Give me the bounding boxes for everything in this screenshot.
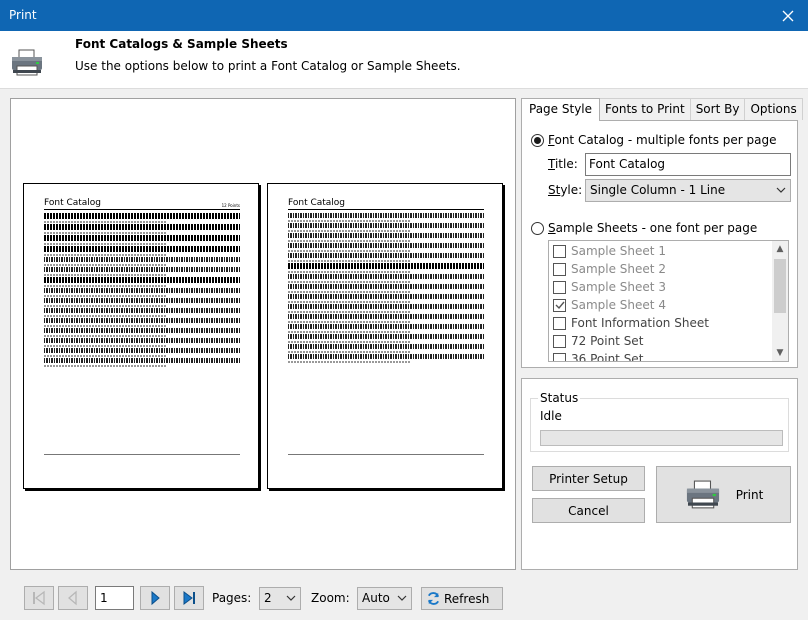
list-item[interactable]: 36 Point Set <box>553 350 643 361</box>
chevron-down-icon <box>397 588 407 617</box>
title-input[interactable]: Font Catalog <box>585 153 791 176</box>
sample-sheets-label: Sample Sheets - one font per page <box>548 221 758 235</box>
list-item[interactable]: Sample Sheet 4 <box>553 296 666 314</box>
skip-to-first-icon <box>33 590 45 606</box>
font-catalog-radio[interactable]: Font Catalog - multiple fonts per page <box>531 133 776 147</box>
preview-page-title: Font Catalog <box>44 198 102 208</box>
preview-page-1: Font Catalog 12 Points <box>23 183 259 489</box>
zoom-label: Zoom: <box>311 591 350 605</box>
scroll-thumb[interactable] <box>774 259 786 313</box>
status-legend: Status <box>538 391 581 405</box>
radio-indicator <box>531 133 544 147</box>
header-title: Font Catalogs & Sample Sheets <box>75 37 288 51</box>
previous-page-button[interactable] <box>58 586 88 610</box>
chevron-down-icon <box>286 588 296 617</box>
tab-options[interactable]: Options <box>744 98 803 120</box>
chevron-down-icon[interactable]: ▼ <box>772 345 788 361</box>
chevron-up-icon[interactable]: ▲ <box>772 241 788 257</box>
refresh-button[interactable]: Refresh <box>421 587 503 610</box>
printer-icon <box>686 480 719 508</box>
printer-icon <box>12 49 42 76</box>
checkbox[interactable] <box>553 280 566 294</box>
print-button[interactable]: Print <box>656 466 791 523</box>
printer-setup-button[interactable]: Printer Setup <box>532 466 645 491</box>
refresh-label: Refresh <box>444 591 490 606</box>
checkbox[interactable] <box>553 316 566 330</box>
print-button-label: Print <box>735 487 764 502</box>
dialog-header: Font Catalogs & Sample Sheets Use the op… <box>0 31 808 89</box>
chevron-down-icon <box>776 180 786 209</box>
first-page-button[interactable] <box>24 586 54 610</box>
tab-fonts-to-print[interactable]: Fonts to Print <box>599 98 691 120</box>
checkbox[interactable] <box>553 298 566 312</box>
refresh-icon <box>427 592 440 605</box>
close-button[interactable] <box>768 0 808 31</box>
print-preview[interactable]: Font Catalog 12 Points Font Catalog <box>10 98 516 570</box>
checkmark-icon <box>555 301 565 310</box>
progress-bar <box>540 430 783 446</box>
triangle-left-icon <box>68 590 77 606</box>
sample-sheets-radio[interactable]: Sample Sheets - one font per page <box>531 221 757 235</box>
tab-sort-by[interactable]: Sort By <box>689 98 746 120</box>
close-icon <box>782 10 794 21</box>
status-text: Idle <box>540 409 562 423</box>
title-label: Title: <box>548 157 578 171</box>
checkbox[interactable] <box>553 334 566 348</box>
list-item[interactable]: 72 Point Set <box>553 332 643 350</box>
last-page-button[interactable] <box>174 586 204 610</box>
list-item[interactable]: Sample Sheet 2 <box>553 260 666 278</box>
window-title: Print <box>9 8 37 22</box>
zoom-select-value: Auto <box>362 591 390 605</box>
style-select[interactable]: Single Column - 1 Line <box>585 179 791 202</box>
sample-sheets-list[interactable]: Sample Sheet 1 Sample Sheet 2 Sample She… <box>548 240 789 362</box>
cancel-button[interactable]: Cancel <box>532 498 645 523</box>
skip-to-last-icon <box>183 591 195 605</box>
zoom-select[interactable]: Auto <box>357 587 412 610</box>
list-item[interactable]: Sample Sheet 3 <box>553 278 666 296</box>
list-scrollbar[interactable]: ▲ ▼ <box>772 241 788 361</box>
pages-select[interactable]: 2 <box>259 587 301 610</box>
list-item[interactable]: Font Information Sheet <box>553 314 709 332</box>
style-label: Style: <box>548 183 583 197</box>
options-tabs: Page Style Fonts to Print Sort By Option… <box>521 98 803 121</box>
checkbox[interactable] <box>553 352 566 361</box>
page-number-input[interactable]: 1 <box>95 586 134 610</box>
tab-page-style[interactable]: Page Style <box>521 98 601 121</box>
preview-page-marker: 12 Points <box>221 203 240 208</box>
font-catalog-label: Font Catalog - multiple fonts per page <box>548 133 777 147</box>
style-select-value: Single Column - 1 Line <box>590 183 726 197</box>
pages-label: Pages: <box>212 591 252 605</box>
preview-page-2: Font Catalog <box>267 183 503 489</box>
radio-indicator <box>531 221 544 235</box>
title-bar: Print <box>0 0 808 31</box>
preview-page-title: Font Catalog <box>288 198 346 208</box>
status-group: Status Idle <box>530 391 789 452</box>
pages-select-value: 2 <box>264 591 272 605</box>
next-page-button[interactable] <box>140 586 170 610</box>
list-item[interactable]: Sample Sheet 1 <box>553 242 666 260</box>
triangle-right-icon <box>151 590 160 606</box>
checkbox[interactable] <box>553 262 566 276</box>
header-description: Use the options below to print a Font Ca… <box>75 59 461 73</box>
checkbox[interactable] <box>553 244 566 258</box>
